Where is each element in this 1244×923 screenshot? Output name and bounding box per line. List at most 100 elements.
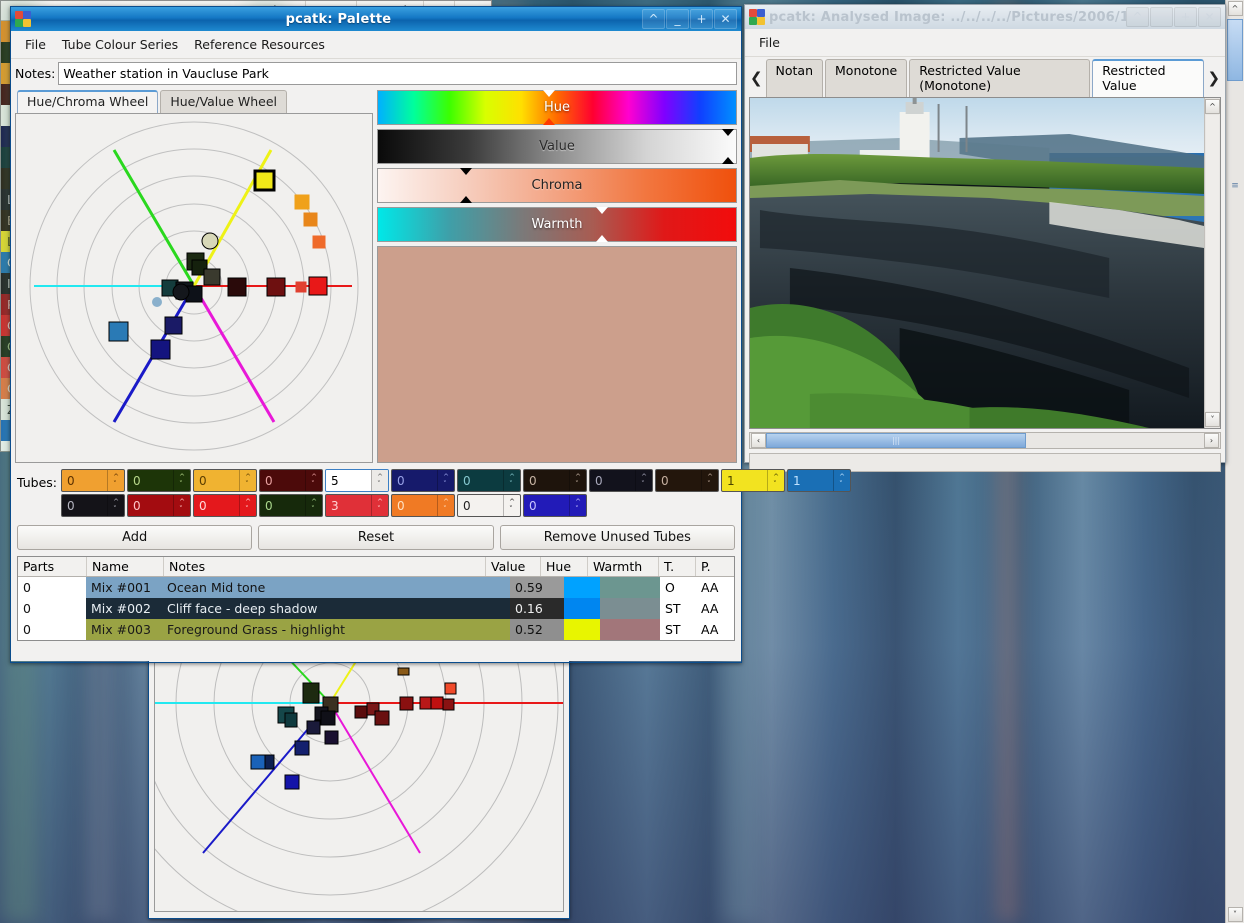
notes-input[interactable]: Weather station in Vaucluse Park — [58, 62, 737, 85]
menu-file[interactable]: File — [17, 35, 54, 54]
chroma-marker-top-icon[interactable] — [460, 168, 473, 175]
tube-spinner[interactable]: 0 ^ ˅ — [457, 469, 522, 492]
chroma-marker-bottom-icon[interactable] — [460, 196, 473, 203]
tube-spinner-value[interactable]: 1 — [788, 470, 833, 491]
scroll-up-icon[interactable]: ^ — [1205, 99, 1220, 114]
menu-reference-resources[interactable]: Reference Resources — [186, 35, 333, 54]
tab-notan[interactable]: Notan — [765, 59, 824, 97]
shade-button[interactable]: ^ — [642, 9, 665, 29]
palette-window-controls[interactable]: ^ _ + ✕ — [642, 9, 737, 29]
tube-spinner-value[interactable]: 0 — [194, 470, 239, 491]
menu-tube-colour-series[interactable]: Tube Colour Series — [54, 35, 186, 54]
tab-scroll-right-icon[interactable]: ❯ — [1206, 59, 1221, 97]
tube-table-scrollbar[interactable]: ^ ≡ ˅ — [1225, 0, 1244, 923]
analysed-image-window[interactable]: pcatk: Analysed Image: ../../../../Pictu… — [744, 4, 1226, 472]
scroll-down-icon[interactable]: ˅ — [1205, 412, 1220, 427]
tube-spinner-value[interactable]: 0 — [656, 470, 701, 491]
tube-spinner-arrows-icon[interactable]: ^ ˅ — [305, 470, 322, 491]
maximize-button[interactable]: + — [690, 9, 713, 29]
chroma-slider[interactable]: Chroma — [377, 168, 737, 203]
palette-titlebar[interactable]: pcatk: Palette ^ _ + ✕ — [11, 7, 741, 31]
tab-hue-value-wheel[interactable]: Hue/Value Wheel — [160, 90, 288, 113]
tube-spinner-arrows-icon[interactable]: ^ ˅ — [107, 470, 124, 491]
tube-spinner-arrows-icon[interactable]: ^ ˅ — [107, 495, 124, 516]
tube-spinner[interactable]: 0 ^ ˅ — [391, 469, 456, 492]
scroll-left-icon[interactable]: ‹ — [751, 433, 766, 448]
tab-restricted-value-monotone[interactable]: Restricted Value (Monotone) — [909, 59, 1091, 97]
tube-spinner-value[interactable]: 0 — [260, 470, 305, 491]
scroll-right-icon[interactable]: › — [1204, 433, 1219, 448]
tube-spinner[interactable]: 0 ^ ˅ — [127, 469, 192, 492]
add-button[interactable]: Add — [17, 525, 253, 550]
tube-spinner-arrows-icon[interactable]: ^ ˅ — [503, 470, 520, 491]
tube-spinner[interactable]: 0 ^ ˅ — [193, 469, 258, 492]
analysed-image-window-controls[interactable]: ^ _ + ✕ — [1126, 7, 1221, 27]
tab-scroll-left-icon[interactable]: ❮ — [749, 59, 764, 97]
tube-spinner[interactable]: 1 ^ ˅ — [787, 469, 852, 492]
tube-spinner-value[interactable]: 0 — [194, 495, 239, 516]
tube-spinner[interactable]: 0 ^ ˅ — [127, 494, 192, 517]
tube-spinner-arrows-icon[interactable]: ^ ˅ — [503, 495, 520, 516]
mix-header-warmth[interactable]: Warmth — [588, 557, 659, 576]
tube-spinner[interactable]: 0 ^ ˅ — [61, 469, 126, 492]
tube-spinner-arrows-icon[interactable]: ^ ˅ — [569, 470, 586, 491]
tube-spinner[interactable]: 0 ^ ˅ — [259, 469, 324, 492]
tube-spinner-value[interactable]: 5 — [326, 470, 372, 491]
tube-spinner-arrows-icon[interactable]: ^ ˅ — [833, 470, 850, 491]
palette-menubar[interactable]: File Tube Colour Series Reference Resour… — [11, 31, 741, 59]
tube-spinner[interactable]: 0 ^ ˅ — [457, 494, 522, 517]
wheel-tabs[interactable]: Hue/Chroma Wheel Hue/Value Wheel — [15, 90, 373, 113]
warmth-marker-top-icon[interactable] — [596, 207, 609, 214]
tube-spinner-value[interactable]: 0 — [392, 470, 437, 491]
menu-file[interactable]: File — [751, 33, 788, 52]
tube-spinner-value[interactable]: 0 — [128, 470, 173, 491]
mix-header-notes[interactable]: Notes — [164, 557, 486, 576]
value-marker-bottom-icon[interactable] — [721, 157, 734, 164]
mix-header-t[interactable]: T. — [659, 557, 696, 576]
tube-spinner-value[interactable]: 0 — [524, 495, 569, 516]
tube-spinner-arrows-icon[interactable]: ^ ˅ — [305, 495, 322, 516]
tube-spinner[interactable]: 0 ^ ˅ — [259, 494, 324, 517]
mixed-colours-table[interactable]: Parts Name Notes Value Hue Warmth T. P. … — [17, 556, 735, 641]
hue-slider[interactable]: Hue — [377, 90, 737, 125]
analysed-image-menubar[interactable]: File — [745, 29, 1225, 57]
tube-spinner[interactable]: 0 ^ ˅ — [193, 494, 258, 517]
tube-spinner-value[interactable]: 0 — [62, 470, 107, 491]
background-wheel-canvas[interactable] — [154, 662, 564, 912]
tube-spinner-arrows-icon[interactable]: ^ ˅ — [767, 470, 784, 491]
remove-unused-tubes-button[interactable]: Remove Unused Tubes — [499, 525, 735, 550]
hue-marker-top-icon[interactable] — [542, 90, 555, 97]
tube-spinner-value[interactable]: 0 — [524, 470, 569, 491]
tube-spinner-value[interactable]: 1 — [722, 470, 767, 491]
tube-spinner-value[interactable]: 0 — [458, 495, 503, 516]
tube-spinner[interactable]: 0 ^ ˅ — [523, 469, 588, 492]
mix-header-name[interactable]: Name — [87, 557, 164, 576]
tube-spinner-arrows-icon[interactable]: ^ ˅ — [173, 495, 190, 516]
tube-spinner-arrows-icon[interactable]: ^ ˅ — [701, 470, 718, 491]
tube-spinner[interactable]: 0 ^ ˅ — [391, 494, 456, 517]
minimize-button[interactable]: _ — [666, 9, 689, 29]
tab-hue-chroma-wheel[interactable]: Hue/Chroma Wheel — [17, 90, 159, 113]
warmth-slider[interactable]: Warmth — [377, 207, 737, 242]
tube-spinner-arrows-icon[interactable]: ^ ˅ — [371, 495, 388, 516]
mix-header-hue[interactable]: Hue — [541, 557, 588, 576]
maximize-button[interactable]: + — [1174, 7, 1197, 27]
mix-header-p[interactable]: P. — [696, 557, 734, 576]
table-row[interactable]: 0 Mix #003 Foreground Grass - highlight 0.5… — [18, 619, 734, 640]
analysis-tabs[interactable]: ❮ Notan Monotone Restricted Value (Monot… — [745, 57, 1225, 97]
analysed-photo[interactable] — [750, 98, 1204, 428]
tube-spinner[interactable]: 0 ^ ˅ — [61, 494, 126, 517]
table-row[interactable]: 0 Mix #002 Cliff face - deep shadow 0.16 ST A… — [18, 598, 734, 619]
value-marker-top-icon[interactable] — [721, 129, 734, 136]
tube-spinner-value[interactable]: 0 — [458, 470, 503, 491]
tab-restricted-value[interactable]: Restricted Value — [1092, 59, 1205, 97]
palette-window[interactable]: pcatk: Palette ^ _ + ✕ File Tube Colour … — [10, 6, 852, 663]
mix-header-value[interactable]: Value — [486, 557, 541, 576]
minimize-button[interactable]: _ — [1150, 7, 1173, 27]
shade-button[interactable]: ^ — [1126, 7, 1149, 27]
tube-spinner-arrows-icon[interactable]: ^ ˅ — [173, 470, 190, 491]
scroll-track[interactable] — [1206, 115, 1219, 411]
tube-spinner[interactable]: 3 ^ ˅ — [325, 494, 390, 517]
value-slider[interactable]: Value — [377, 129, 737, 164]
close-button[interactable]: ✕ — [1198, 7, 1221, 27]
